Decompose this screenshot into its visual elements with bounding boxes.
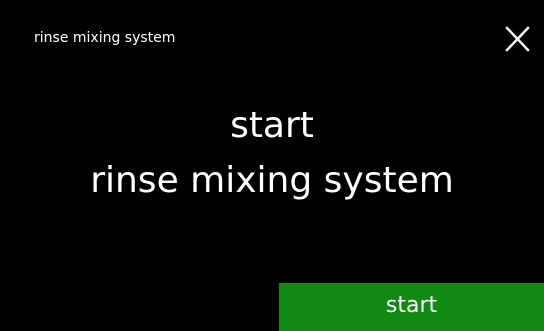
rinse-dialog-screen: rinse mixing system start rinse mixing s…	[0, 0, 544, 331]
close-icon	[505, 26, 530, 52]
message-line-2: rinse mixing system	[90, 160, 454, 201]
message-line-1: start	[230, 105, 314, 146]
confirmation-message: start rinse mixing system	[0, 98, 544, 208]
close-button[interactable]	[500, 23, 534, 57]
start-button[interactable]: start	[279, 283, 544, 331]
page-title: rinse mixing system	[34, 30, 176, 46]
